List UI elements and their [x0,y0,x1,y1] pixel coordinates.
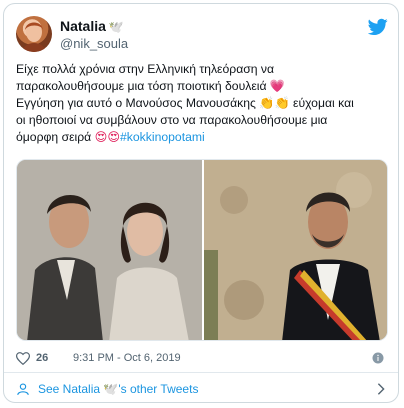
clapping-hands-emoji-icon: 👏👏 [259,96,290,110]
heart-icon[interactable] [16,352,30,365]
user-icon [17,383,29,396]
chevron-right-icon [377,383,385,395]
couple-photo-image [17,160,202,340]
tweet-header: Natalia 🕊️ @nik_soula [16,14,388,54]
heart-eyes-emoji-icon: 😍😍 [94,130,121,144]
tweet-line-1: Είχε πολλά χρόνια στην Ελληνική τηλεόρασ… [16,62,275,76]
dove-emoji-icon: 🕊️ [108,20,124,34]
tweet-card[interactable]: Natalia 🕊️ @nik_soula Είχε πολλά χρόνια σ… [3,3,399,403]
sparkling-heart-emoji-icon: 💗 [269,79,286,93]
tweet-body: Είχε πολλά χρόνια στην Ελληνική τηλεόρασ… [16,61,388,146]
footer-prefix: See Natalia [38,382,104,396]
display-name-text: Natalia [60,18,106,34]
timestamp[interactable]: 9:31 PM - Oct 6, 2019 [73,352,181,364]
tweet-line-3-suffix: εύχομαι και [289,96,354,110]
media-photo-couple[interactable] [17,160,202,340]
tweet-line-4: οι ηθοποιοί να συμβάλουν στο να παρακολο… [16,113,328,127]
see-other-tweets-text: See Natalia 🕊️'s other Tweets [38,382,198,396]
tweet-media[interactable] [16,159,388,341]
user-handle[interactable]: @nik_soula [60,36,128,52]
uniform-photo-image [204,160,387,340]
twitter-bird-icon[interactable] [368,18,388,36]
avatar-portrait-icon [22,22,46,52]
see-other-tweets-link[interactable]: See Natalia 🕊️'s other Tweets [16,379,386,399]
tweet-line-3: Εγγύηση για αυτό ο Μανούσος Μανουσάκης [16,96,260,110]
media-photo-man-in-uniform[interactable] [204,160,387,340]
tweet-line-2: παρακολουθήσουμε μια τόση ποιοτική δουλε… [16,79,270,93]
footer-divider [4,372,398,373]
author-info[interactable]: Natalia 🕊️ @nik_soula [60,18,128,52]
info-icon[interactable] [372,352,384,364]
hashtag-link[interactable]: #kokkinopotami [120,130,205,144]
footer-suffix: 's other Tweets [118,382,199,396]
tweet-line-5: όμορφη σειρά [16,130,95,144]
display-name[interactable]: Natalia 🕊️ [60,18,128,36]
footer-dove-emoji-icon: 🕊️ [103,382,119,396]
tweet-metadata: 26 9:31 PM - Oct 6, 2019 [16,351,384,367]
like-count[interactable]: 26 [36,352,48,364]
avatar[interactable] [16,16,52,52]
